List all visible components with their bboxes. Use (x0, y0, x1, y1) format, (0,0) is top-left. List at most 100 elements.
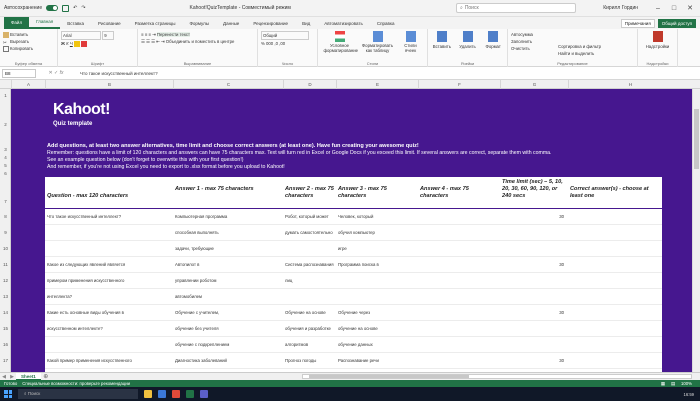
system-tray[interactable]: 16:59 (684, 392, 700, 397)
user-name[interactable]: Кирилл Гордин (603, 5, 638, 11)
header-answer-2[interactable]: Answer 2 - max 75 characters (283, 177, 336, 209)
row-header[interactable]: 17 (0, 358, 11, 363)
correct-answer-cell[interactable] (568, 257, 662, 273)
answer-4-cell[interactable] (418, 305, 500, 321)
answer-1-cell[interactable]: способная выполнять (173, 225, 283, 241)
correct-answer-cell[interactable] (568, 241, 662, 257)
cut-button[interactable]: ✂ Вырезать (3, 38, 54, 45)
correct-answer-cell[interactable] (568, 225, 662, 241)
row-header[interactable]: 10 (0, 246, 11, 251)
copy-button[interactable]: Копировать (3, 45, 54, 52)
question-cell[interactable]: Что такое искусственный интеллект? (45, 209, 173, 225)
answer-1-cell[interactable]: Диагностика заболеваний (173, 353, 283, 369)
column-header-a[interactable]: A (11, 80, 45, 89)
tab-help[interactable]: Справка (370, 21, 402, 26)
align-h-icons[interactable]: ☰ ☰ ☰ ⇤ ⇥ (141, 39, 166, 44)
header-question[interactable]: Question - max 120 characters (45, 177, 173, 209)
column-header-d[interactable]: D (283, 80, 336, 89)
horizontal-scroll-thumb[interactable] (309, 375, 469, 378)
answer-2-cell[interactable]: думать самостоятельно (283, 225, 336, 241)
answer-4-cell[interactable] (418, 321, 500, 337)
view-layout-icon[interactable]: ▤ (671, 381, 675, 387)
time-limit-cell[interactable] (500, 273, 568, 289)
row-header[interactable]: 16 (0, 342, 11, 347)
answer-2-cell[interactable]: Система распознавания (283, 257, 336, 273)
answer-3-cell[interactable]: Распознавание речи (336, 353, 418, 369)
time-limit-cell[interactable] (500, 241, 568, 257)
addins-button[interactable]: Надстройки (641, 43, 674, 50)
row-header[interactable]: 14 (0, 310, 11, 315)
tab-home[interactable]: Главная (29, 17, 61, 29)
answer-2-cell[interactable]: обучения и разработке (283, 321, 336, 337)
accessibility-status[interactable]: Специальные возможности: проверьте реком… (22, 381, 130, 386)
answer-2-cell[interactable] (283, 289, 336, 305)
start-icon[interactable] (4, 390, 12, 398)
answer-3-cell[interactable]: Программа поиска в (336, 257, 418, 273)
number-format-icons[interactable]: % 000 ,0 ,00 (261, 40, 314, 47)
number-format-select[interactable]: Общий (261, 31, 309, 40)
correct-answer-cell[interactable] (568, 337, 662, 353)
question-cell[interactable]: Какое из следующих явлений является (45, 257, 173, 273)
answer-3-cell[interactable] (336, 273, 418, 289)
column-header-f[interactable]: F (418, 80, 500, 89)
row-header[interactable]: 9 (0, 230, 11, 235)
tab-view[interactable]: Вид (295, 21, 317, 26)
tab-formulas[interactable]: Формулы (182, 21, 216, 26)
delete-cells-button[interactable]: Удалить (457, 31, 479, 65)
row-header[interactable]: 1 (0, 93, 11, 98)
horizontal-scrollbar[interactable] (302, 374, 692, 379)
row-header[interactable]: 5 (0, 163, 11, 168)
answer-4-cell[interactable] (418, 273, 500, 289)
answer-3-cell[interactable]: Человек, который (336, 209, 418, 225)
header-answer-4[interactable]: Answer 4 - max 75 characters (418, 177, 500, 209)
time-limit-cell[interactable]: 30 (500, 353, 568, 369)
correct-answer-cell[interactable] (568, 353, 662, 369)
taskbar-search[interactable]: ⌕ Поиск (18, 389, 138, 399)
close-icon[interactable]: ✕ (682, 4, 698, 12)
save-icon[interactable] (62, 4, 70, 12)
answer-1-cell[interactable]: автомобилем (173, 289, 283, 305)
row-header[interactable]: 7 (0, 199, 11, 204)
bold-button[interactable]: Ж (61, 41, 65, 46)
time-limit-cell[interactable] (500, 321, 568, 337)
fx-icon[interactable]: ✕ ✓ fx (36, 70, 76, 76)
answer-2-cell[interactable]: Обучение на основе (283, 305, 336, 321)
notes-button[interactable]: Примечания (620, 18, 655, 28)
minimize-icon[interactable]: – (650, 5, 666, 12)
row-header[interactable]: 11 (0, 262, 11, 267)
merge-center-button[interactable]: Объединить и поместить в центре (166, 39, 235, 44)
conditional-format-button[interactable]: Условное форматирование (324, 31, 358, 65)
row-header[interactable]: 4 (0, 155, 11, 160)
spreadsheet-grid[interactable]: Kahoot! Quiz template Add questions, at … (11, 89, 692, 372)
answer-4-cell[interactable] (418, 209, 500, 225)
formula-input[interactable]: Что такое искусственный интеллект? (76, 71, 700, 76)
correct-answer-cell[interactable] (568, 209, 662, 225)
question-cell[interactable]: Какие есть основные виды обучения в (45, 305, 173, 321)
question-cell[interactable] (45, 241, 173, 257)
row-header[interactable]: 8 (0, 214, 11, 219)
answer-2-cell[interactable] (283, 241, 336, 257)
maximize-icon[interactable]: □ (666, 5, 682, 12)
answer-2-cell[interactable]: лиц (283, 273, 336, 289)
answer-1-cell[interactable]: управлении роботом (173, 273, 283, 289)
question-cell[interactable] (45, 337, 173, 353)
undo-icon[interactable]: ↶ (73, 5, 77, 11)
answer-4-cell[interactable] (418, 289, 500, 305)
insert-cells-button[interactable]: Вставить (431, 31, 453, 65)
question-cell[interactable]: примером применения искусственного (45, 273, 173, 289)
correct-answer-cell[interactable] (568, 289, 662, 305)
row-header[interactable]: 13 (0, 294, 11, 299)
cell-styles-button[interactable]: Стили ячеек (400, 31, 422, 65)
tab-review[interactable]: Рецензирование (246, 21, 295, 26)
question-cell[interactable] (45, 225, 173, 241)
column-header-g[interactable]: G (500, 80, 568, 89)
redo-icon[interactable]: ↷ (81, 5, 85, 11)
row-header[interactable]: 12 (0, 278, 11, 283)
answer-3-cell[interactable]: обучил компьютер (336, 225, 418, 241)
correct-answer-cell[interactable] (568, 273, 662, 289)
time-limit-cell[interactable]: 30 (500, 257, 568, 273)
zoom-level[interactable]: 100% (681, 381, 692, 387)
sort-filter-button[interactable]: Сортировка и фильтр (558, 43, 601, 50)
row-header[interactable]: 2 (0, 122, 11, 127)
answer-3-cell[interactable]: обучение на основе (336, 321, 418, 337)
